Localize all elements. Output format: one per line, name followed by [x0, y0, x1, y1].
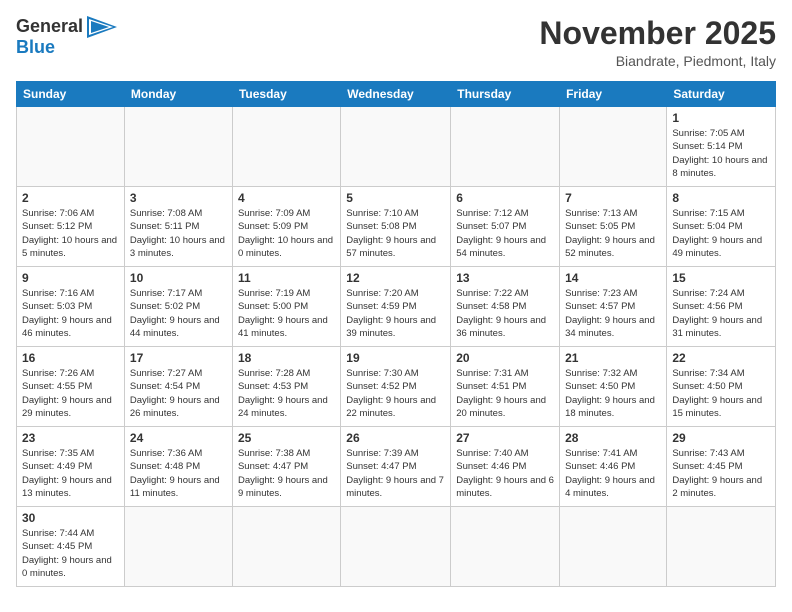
- day-22: 22 Sunrise: 7:34 AM Sunset: 4:50 PM Dayl…: [667, 347, 776, 427]
- day-15: 15 Sunrise: 7:24 AM Sunset: 4:56 PM Dayl…: [667, 267, 776, 347]
- day-24: 24 Sunrise: 7:36 AM Sunset: 4:48 PM Dayl…: [124, 427, 232, 507]
- weekday-header-row: Sunday Monday Tuesday Wednesday Thursday…: [17, 82, 776, 107]
- calendar-row-6: 30 Sunrise: 7:44 AM Sunset: 4:45 PM Dayl…: [17, 507, 776, 587]
- day-11: 11 Sunrise: 7:19 AM Sunset: 5:00 PM Dayl…: [232, 267, 340, 347]
- day-1: 1 Sunrise: 7:05 AM Sunset: 5:14 PM Dayli…: [667, 107, 776, 187]
- empty-cell: [17, 107, 125, 187]
- header-sunday: Sunday: [17, 82, 125, 107]
- empty-cell: [124, 107, 232, 187]
- day-26: 26 Sunrise: 7:39 AM Sunset: 4:47 PM Dayl…: [341, 427, 451, 507]
- day-21: 21 Sunrise: 7:32 AM Sunset: 4:50 PM Dayl…: [560, 347, 667, 427]
- day-25: 25 Sunrise: 7:38 AM Sunset: 4:47 PM Dayl…: [232, 427, 340, 507]
- empty-cell: [232, 107, 340, 187]
- month-title: November 2025: [539, 16, 776, 51]
- empty-cell: [232, 507, 340, 587]
- day-2: 2 Sunrise: 7:06 AM Sunset: 5:12 PM Dayli…: [17, 187, 125, 267]
- day-19: 19 Sunrise: 7:30 AM Sunset: 4:52 PM Dayl…: [341, 347, 451, 427]
- day-6: 6 Sunrise: 7:12 AM Sunset: 5:07 PM Dayli…: [451, 187, 560, 267]
- header-tuesday: Tuesday: [232, 82, 340, 107]
- day-14: 14 Sunrise: 7:23 AM Sunset: 4:57 PM Dayl…: [560, 267, 667, 347]
- empty-cell: [124, 507, 232, 587]
- header-saturday: Saturday: [667, 82, 776, 107]
- day-28: 28 Sunrise: 7:41 AM Sunset: 4:46 PM Dayl…: [560, 427, 667, 507]
- day-3: 3 Sunrise: 7:08 AM Sunset: 5:11 PM Dayli…: [124, 187, 232, 267]
- header: General Blue November 2025 Biandrate, Pi…: [16, 16, 776, 69]
- calendar-row-1: 1 Sunrise: 7:05 AM Sunset: 5:14 PM Dayli…: [17, 107, 776, 187]
- day-18: 18 Sunrise: 7:28 AM Sunset: 4:53 PM Dayl…: [232, 347, 340, 427]
- empty-cell: [451, 107, 560, 187]
- calendar-row-4: 16 Sunrise: 7:26 AM Sunset: 4:55 PM Dayl…: [17, 347, 776, 427]
- calendar-row-5: 23 Sunrise: 7:35 AM Sunset: 4:49 PM Dayl…: [17, 427, 776, 507]
- empty-cell: [667, 507, 776, 587]
- day-12: 12 Sunrise: 7:20 AM Sunset: 4:59 PM Dayl…: [341, 267, 451, 347]
- empty-cell: [560, 507, 667, 587]
- day-5: 5 Sunrise: 7:10 AM Sunset: 5:08 PM Dayli…: [341, 187, 451, 267]
- calendar-row-3: 9 Sunrise: 7:16 AM Sunset: 5:03 PM Dayli…: [17, 267, 776, 347]
- calendar-row-2: 2 Sunrise: 7:06 AM Sunset: 5:12 PM Dayli…: [17, 187, 776, 267]
- day-8: 8 Sunrise: 7:15 AM Sunset: 5:04 PM Dayli…: [667, 187, 776, 267]
- day-30: 30 Sunrise: 7:44 AM Sunset: 4:45 PM Dayl…: [17, 507, 125, 587]
- day-9: 9 Sunrise: 7:16 AM Sunset: 5:03 PM Dayli…: [17, 267, 125, 347]
- day-17: 17 Sunrise: 7:27 AM Sunset: 4:54 PM Dayl…: [124, 347, 232, 427]
- title-area: November 2025 Biandrate, Piedmont, Italy: [539, 16, 776, 69]
- header-monday: Monday: [124, 82, 232, 107]
- location-title: Biandrate, Piedmont, Italy: [539, 53, 776, 69]
- day-4: 4 Sunrise: 7:09 AM Sunset: 5:09 PM Dayli…: [232, 187, 340, 267]
- day-20: 20 Sunrise: 7:31 AM Sunset: 4:51 PM Dayl…: [451, 347, 560, 427]
- day-10: 10 Sunrise: 7:17 AM Sunset: 5:02 PM Dayl…: [124, 267, 232, 347]
- day-27: 27 Sunrise: 7:40 AM Sunset: 4:46 PM Dayl…: [451, 427, 560, 507]
- empty-cell: [451, 507, 560, 587]
- header-thursday: Thursday: [451, 82, 560, 107]
- header-friday: Friday: [560, 82, 667, 107]
- day-7: 7 Sunrise: 7:13 AM Sunset: 5:05 PM Dayli…: [560, 187, 667, 267]
- day-13: 13 Sunrise: 7:22 AM Sunset: 4:58 PM Dayl…: [451, 267, 560, 347]
- logo-area: General Blue: [16, 16, 117, 58]
- header-wednesday: Wednesday: [341, 82, 451, 107]
- empty-cell: [341, 507, 451, 587]
- day-16: 16 Sunrise: 7:26 AM Sunset: 4:55 PM Dayl…: [17, 347, 125, 427]
- empty-cell: [341, 107, 451, 187]
- day-23: 23 Sunrise: 7:35 AM Sunset: 4:49 PM Dayl…: [17, 427, 125, 507]
- day-29: 29 Sunrise: 7:43 AM Sunset: 4:45 PM Dayl…: [667, 427, 776, 507]
- empty-cell: [560, 107, 667, 187]
- calendar-table: Sunday Monday Tuesday Wednesday Thursday…: [16, 81, 776, 587]
